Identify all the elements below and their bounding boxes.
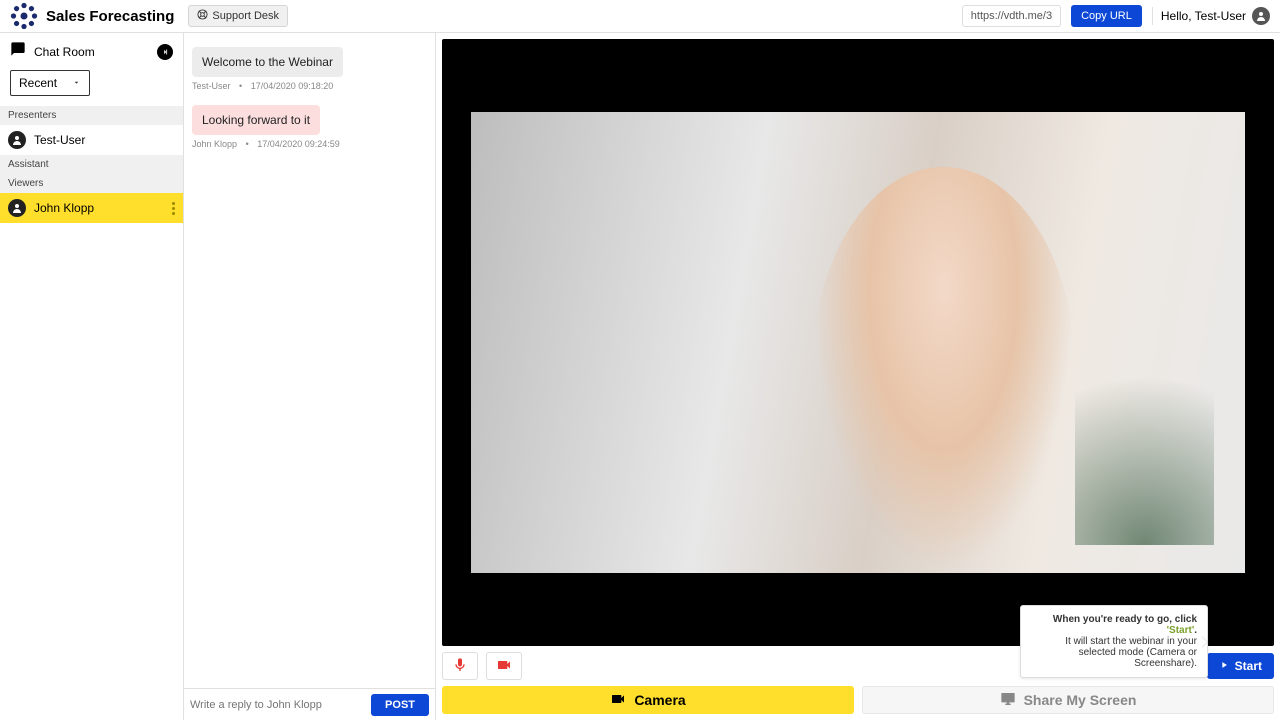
presenter-row[interactable]: Test-User	[0, 125, 183, 155]
chat-message: Welcome to the Webinar	[192, 47, 343, 77]
start-button[interactable]: Start	[1207, 653, 1274, 679]
chat-message: Looking forward to it	[192, 105, 320, 135]
chat-message-meta: Test-User • 17/04/2020 09:18:20	[192, 81, 427, 91]
life-ring-icon	[197, 9, 208, 23]
camera-toggle-button[interactable]	[486, 652, 522, 680]
video-preview	[442, 39, 1274, 646]
tooltip-line2: It will start the webinar in your select…	[1031, 636, 1197, 669]
tooltip-start-word: 'Start'	[1167, 625, 1195, 636]
mode-camera-button[interactable]: Camera	[442, 686, 854, 714]
section-viewers: Viewers	[0, 174, 183, 193]
video-camera-icon	[496, 657, 512, 676]
monitor-icon	[1000, 691, 1016, 710]
chat-icon	[10, 41, 26, 62]
video-camera-icon	[610, 691, 626, 710]
tooltip-line1a: When you're ready to go, click	[1053, 614, 1197, 625]
participants-sidebar: Chat Room Recent Presenters Test-User As…	[0, 33, 184, 720]
person-icon	[8, 131, 26, 149]
user-greeting: Hello, Test-User	[1152, 7, 1270, 25]
start-label: Start	[1235, 659, 1262, 673]
mode-screenshare-button[interactable]: Share My Screen	[862, 686, 1274, 714]
section-presenters: Presenters	[0, 106, 183, 125]
meta-separator: •	[239, 81, 242, 91]
copy-url-button[interactable]: Copy URL	[1071, 5, 1142, 27]
main-stage: When you're ready to go, click 'Start'. …	[436, 33, 1280, 720]
presenter-name: Test-User	[34, 133, 85, 147]
compose-bar: POST	[184, 688, 435, 720]
media-controls: When you're ready to go, click 'Start'. …	[442, 646, 1274, 680]
more-icon[interactable]	[172, 202, 175, 215]
sort-select-label: Recent	[19, 76, 57, 90]
section-assistant: Assistant	[0, 155, 183, 174]
chat-column: Welcome to the Webinar Test-User • 17/04…	[184, 33, 436, 720]
person-icon	[8, 199, 26, 217]
page-title: Sales Forecasting	[46, 8, 174, 25]
tooltip-line1c: .	[1194, 625, 1197, 636]
chat-time: 17/04/2020 09:18:20	[251, 81, 334, 91]
viewer-row-selected[interactable]: John Klopp	[0, 193, 183, 223]
chat-room-label: Chat Room	[34, 45, 95, 59]
sort-select[interactable]: Recent	[10, 70, 90, 96]
support-desk-label: Support Desk	[212, 10, 279, 22]
greeting-text: Hello, Test-User	[1161, 9, 1246, 23]
play-icon	[1219, 659, 1229, 673]
start-tooltip: When you're ready to go, click 'Start'. …	[1020, 605, 1208, 678]
chat-author: John Klopp	[192, 139, 237, 149]
user-avatar-icon[interactable]	[1252, 7, 1270, 25]
share-url-field[interactable]: https://vdth.me/3	[962, 5, 1061, 27]
expand-icon[interactable]	[157, 44, 173, 60]
mode-selector: Camera Share My Screen	[442, 680, 1274, 714]
header-right: https://vdth.me/3 Copy URL Hello, Test-U…	[962, 5, 1270, 27]
camera-feed	[471, 112, 1245, 573]
app-header: Sales Forecasting Support Desk https://v…	[0, 0, 1280, 33]
meta-separator: •	[246, 139, 249, 149]
mode-camera-label: Camera	[634, 692, 685, 708]
post-button[interactable]: POST	[371, 694, 429, 716]
support-desk-button[interactable]: Support Desk	[188, 5, 288, 27]
mic-toggle-button[interactable]	[442, 652, 478, 680]
microphone-icon	[452, 657, 468, 676]
reply-input[interactable]	[190, 699, 365, 711]
chevron-down-icon	[72, 76, 81, 90]
chat-message-meta: John Klopp • 17/04/2020 09:24:59	[192, 139, 427, 149]
chat-author: Test-User	[192, 81, 231, 91]
app-logo-icon	[10, 2, 38, 30]
viewer-name: John Klopp	[34, 201, 94, 215]
chat-time: 17/04/2020 09:24:59	[257, 139, 340, 149]
chat-room-header: Chat Room	[0, 33, 183, 70]
mode-screen-label: Share My Screen	[1024, 692, 1137, 708]
